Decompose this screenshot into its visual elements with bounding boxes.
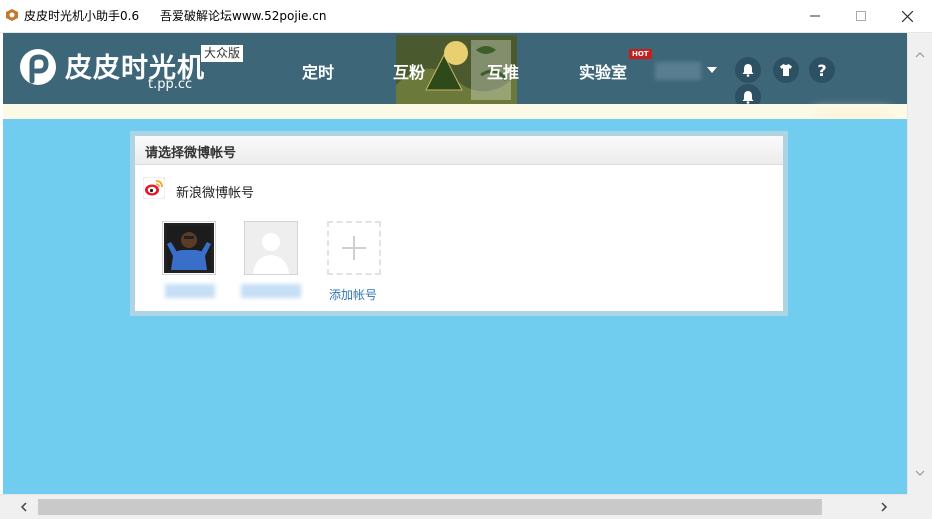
bell-icon (742, 64, 754, 77)
plus-icon (342, 236, 366, 260)
skin-button[interactable] (773, 57, 799, 83)
close-icon (901, 10, 913, 22)
nav-promote[interactable]: 互推 (487, 59, 519, 83)
account-name-2 (241, 284, 301, 298)
avatar (245, 222, 297, 274)
add-account-button[interactable] (327, 221, 381, 275)
scroll-down-icon[interactable] (914, 467, 926, 479)
horizontal-scrollbar[interactable] (0, 494, 908, 519)
pipi-logo-icon (20, 49, 56, 85)
account-name-1 (165, 284, 215, 298)
window-titlebar: 皮皮时光机小助手0.6 吾爱破解论坛www.52pojie.cn (0, 0, 932, 33)
bell-icon (742, 91, 754, 104)
app-header: 皮皮时光机 大众版 t.pp.cc 定时 互粉 互推 实验室 HOT ? (3, 33, 908, 110)
scrollbar-corner (908, 495, 932, 519)
chevron-down-icon[interactable] (707, 66, 717, 74)
maximize-icon (856, 11, 866, 21)
panel-title: 请选择微博帐号 (145, 146, 237, 161)
nav-follow[interactable]: 互粉 (393, 59, 425, 83)
help-icon: ? (817, 60, 827, 80)
close-button[interactable] (884, 0, 930, 32)
edition-badge: 大众版 (201, 45, 243, 62)
tshirt-icon (780, 64, 792, 76)
notice-strip (3, 104, 908, 119)
add-account-link[interactable]: 添加帐号 (329, 286, 377, 303)
help-button[interactable]: ? (809, 57, 835, 83)
account-avatar-1[interactable] (162, 221, 216, 275)
minimize-icon (810, 15, 820, 17)
nav-lab[interactable]: 实验室 (579, 59, 627, 83)
hot-badge: HOT (629, 49, 652, 59)
panel-header: 请选择微博帐号 (135, 136, 783, 165)
site-domain: t.pp.cc (148, 77, 193, 92)
window-subtitle: 吾爱破解论坛www.52pojie.cn (160, 9, 327, 23)
notification-button[interactable] (735, 57, 761, 83)
horizontal-scroll-thumb[interactable] (38, 499, 822, 515)
avatar (164, 223, 214, 273)
account-select-panel: 请选择微博帐号 新浪微博帐号 添加帐号 (130, 131, 788, 316)
scroll-up-icon[interactable] (914, 49, 926, 61)
account-avatar-2[interactable] (244, 221, 298, 275)
provider-label: 新浪微博帐号 (176, 186, 255, 201)
window-title: 皮皮时光机小助手0.6 (24, 9, 140, 23)
username-blurred[interactable] (655, 62, 701, 80)
nav-schedule[interactable]: 定时 (302, 59, 334, 83)
weibo-icon (143, 177, 165, 199)
scroll-right-icon[interactable] (878, 501, 890, 513)
app-icon (6, 9, 18, 21)
minimize-button[interactable] (792, 0, 838, 32)
scroll-left-icon[interactable] (18, 501, 30, 513)
vertical-scrollbar[interactable] (907, 33, 932, 495)
maximize-button[interactable] (838, 0, 884, 32)
